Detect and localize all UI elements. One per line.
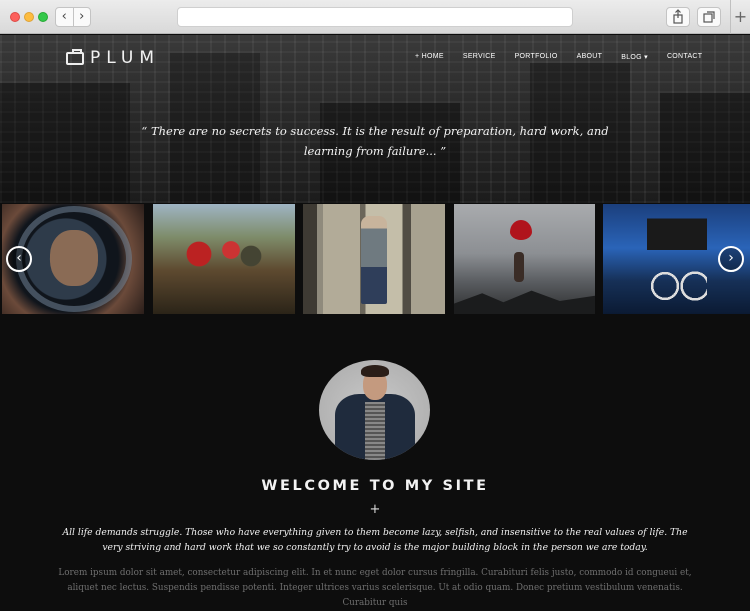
maximize-window-button[interactable] [38,12,48,22]
minimize-window-button[interactable] [24,12,34,22]
image-carousel: ‹ › [0,204,750,314]
intro-paragraph: All life demands struggle. Those who hav… [62,527,688,553]
hero-quote: “ There are no secrets to success. It is… [130,121,620,161]
avatar [319,360,430,460]
share-button[interactable] [666,7,690,27]
gallery-image-bikers[interactable] [153,204,295,314]
logo-text: PLUM [90,48,160,68]
gallery-image-balloon[interactable] [454,204,595,314]
menu-item-blog[interactable]: BLOG ▾ [621,53,648,61]
gallery-image-forest-man[interactable] [303,204,445,314]
quote-text: There are no secrets to success. It is t… [150,124,609,158]
carousel-prev-button[interactable]: ‹ [6,246,32,272]
plus-divider: + [369,502,381,517]
share-icon [673,9,683,24]
menu-item-contact[interactable]: CONTACT [667,53,702,61]
man-shape [361,216,387,304]
welcome-heading: WELCOME TO MY SITE [261,478,489,494]
back-button[interactable]: ‹ [56,8,74,26]
address-bar[interactable] [177,7,573,27]
briefcase-icon [66,48,84,65]
face-shape [50,230,98,286]
menu-item-about[interactable]: ABOUT [577,53,603,61]
site-logo[interactable]: PLUM [66,48,160,68]
close-window-button[interactable] [10,12,20,22]
quote-open-mark: “ [141,124,148,138]
quote-close-mark: ” [440,144,447,158]
carousel-next-button[interactable]: › [718,246,744,272]
forward-button[interactable]: › [74,8,91,26]
menu-item-home[interactable]: + HOME [415,53,444,61]
welcome-section: WELCOME TO MY SITE + All life demands st… [0,314,750,608]
skyline-building [660,93,750,203]
menu-item-portfolio[interactable]: PORTFOLIO [515,53,558,61]
browser-toolbar: ‹ › + [0,0,750,34]
hero-banner: PLUM + HOME SERVICE PORTFOLIO ABOUT BLOG… [0,35,750,203]
avatar-shirt [365,402,385,460]
girl-shape [514,252,524,282]
tabs-overview-button[interactable] [697,7,721,27]
main-menu: + HOME SERVICE PORTFOLIO ABOUT BLOG ▾ CO… [415,53,702,61]
avatar-hair [361,365,389,377]
cyclist-shape [647,214,707,304]
new-tab-button[interactable]: + [730,0,750,34]
balloon-shape [510,220,532,240]
tabs-icon [703,11,715,23]
mountain-shape [454,290,595,314]
menu-item-service[interactable]: SERVICE [463,53,496,61]
bikers-shape [183,234,263,274]
history-nav: ‹ › [55,7,91,27]
lorem-paragraph: Lorem ipsum dolor sit amet, consectetur … [58,568,692,608]
skyline-building [0,83,130,203]
